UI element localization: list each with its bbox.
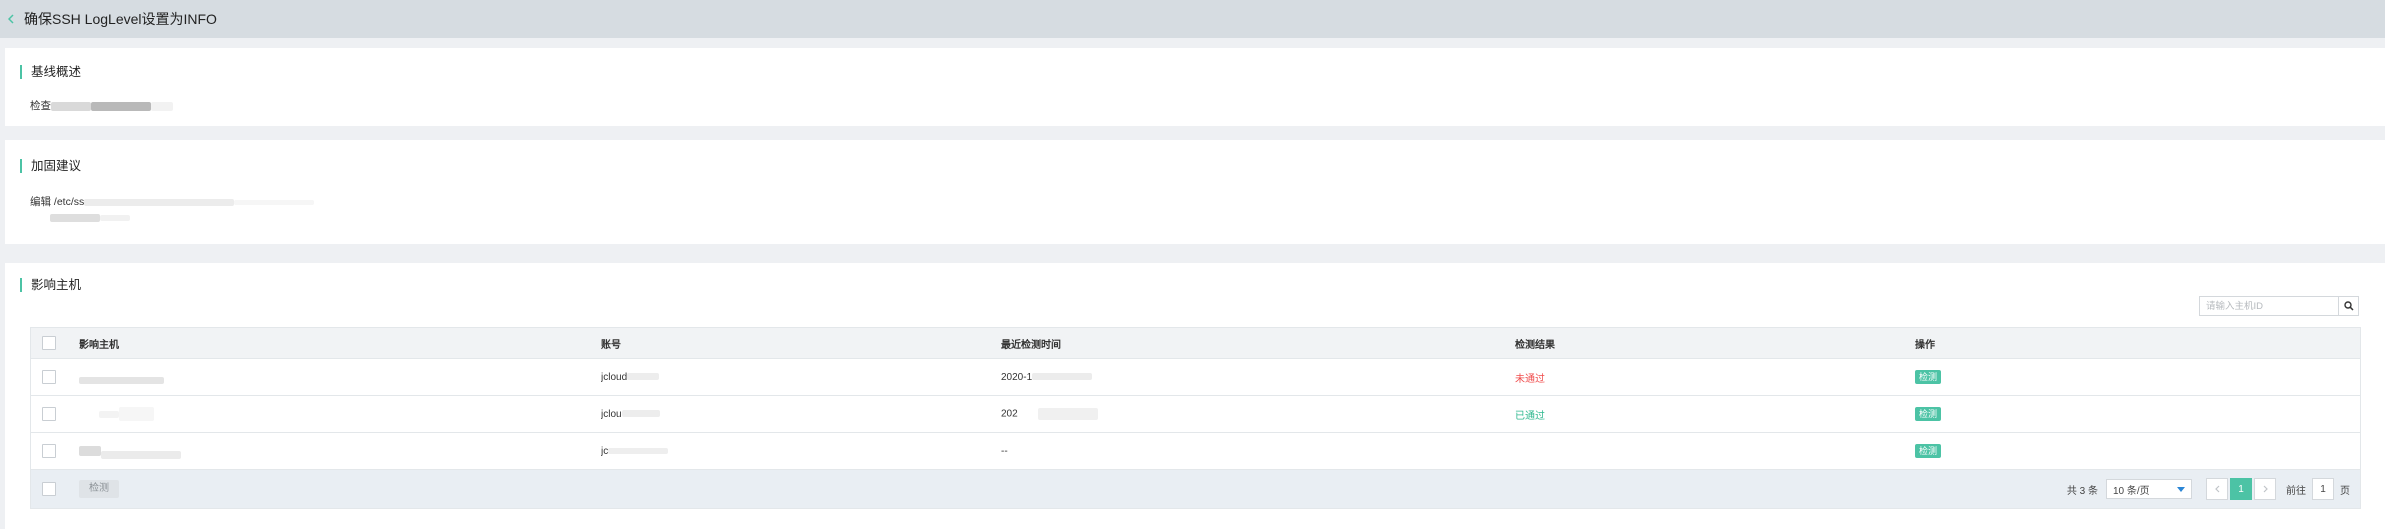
advice-text-start: 编辑 /etc/ss bbox=[30, 196, 85, 208]
hosts-card: 影响主机 影响主机 账号 最近检测时间 检测结果 操作 jcloud 2020-… bbox=[5, 263, 2385, 529]
table-row: jcloud 2020-1 未通过 检测 bbox=[31, 359, 2360, 396]
redacted-block bbox=[79, 376, 164, 384]
next-page-button[interactable] bbox=[2254, 478, 2276, 500]
detect-button[interactable]: 检测 bbox=[1915, 370, 1942, 384]
host-cell[interactable] bbox=[79, 371, 164, 384]
time-cell: -- bbox=[1001, 445, 1008, 457]
search-icon bbox=[2343, 301, 2354, 311]
page-title: 确保SSH LogLevel设置为INFO bbox=[24, 11, 217, 27]
footer-select-all-checkbox[interactable] bbox=[42, 482, 56, 496]
redacted-block bbox=[100, 215, 130, 222]
redacted-block bbox=[608, 447, 669, 454]
redacted-block bbox=[119, 407, 154, 421]
top-bar: 确保SSH LogLevel设置为INFO bbox=[0, 0, 2385, 38]
goto-label: 前往 bbox=[2286, 485, 2306, 497]
overview-text: 检查 bbox=[30, 98, 173, 113]
overview-title: 基线概述 bbox=[20, 65, 81, 79]
redacted-block bbox=[621, 410, 660, 418]
select-all-checkbox[interactable] bbox=[42, 336, 56, 350]
prev-page-button[interactable] bbox=[2206, 478, 2228, 500]
account-cell: jc bbox=[601, 445, 669, 457]
overview-text-start: 检查 bbox=[30, 100, 51, 112]
redacted-block bbox=[101, 451, 181, 459]
advice-text-line2 bbox=[50, 212, 130, 224]
account-text: jc bbox=[601, 445, 609, 457]
table-header: 影响主机 账号 最近检测时间 检测结果 操作 bbox=[31, 328, 2360, 359]
advice-text: 编辑 /etc/ss bbox=[30, 194, 315, 209]
detect-button[interactable]: 检测 bbox=[1915, 407, 1942, 421]
redacted-block bbox=[79, 446, 101, 456]
total-count: 共 3 条 bbox=[2066, 485, 2098, 497]
advice-card: 加固建议 编辑 /etc/ss bbox=[5, 140, 2385, 244]
redacted-block bbox=[151, 101, 173, 111]
page-suffix: 页 bbox=[2340, 485, 2350, 497]
row-checkbox[interactable] bbox=[42, 444, 56, 458]
table-row: jclou 202 已通过 检测 bbox=[31, 396, 2360, 433]
page-size-select[interactable]: 10 条/页 bbox=[2106, 479, 2192, 499]
action-cell: 检测 bbox=[1915, 370, 1942, 384]
back-icon[interactable] bbox=[8, 14, 18, 24]
pagination: 共 3 条 10 条/页 1 前往 1 页 bbox=[2066, 478, 2350, 500]
redacted-block bbox=[99, 410, 119, 418]
row-checkbox[interactable] bbox=[42, 407, 56, 421]
page-size-value: 10 条/页 bbox=[2113, 485, 2150, 497]
time-cell: 202 bbox=[1001, 408, 1098, 420]
time-text: 2020-1 bbox=[1001, 371, 1033, 383]
column-time: 最近检测时间 bbox=[1001, 339, 1061, 351]
overview-card: 基线概述 检查 bbox=[5, 48, 2385, 126]
detect-button[interactable]: 检测 bbox=[1915, 444, 1942, 458]
host-search bbox=[2199, 296, 2359, 316]
redacted-block bbox=[1032, 373, 1093, 381]
column-account: 账号 bbox=[601, 339, 621, 351]
host-search-input[interactable] bbox=[2200, 297, 2338, 315]
account-text: jcloud bbox=[601, 371, 628, 383]
hosts-table: 影响主机 账号 最近检测时间 检测结果 操作 jcloud 2020-1 未通过… bbox=[30, 327, 2361, 509]
account-cell: jcloud bbox=[601, 371, 660, 383]
hosts-title: 影响主机 bbox=[20, 278, 81, 292]
chevron-right-icon bbox=[2263, 485, 2268, 493]
redacted-block bbox=[1037, 408, 1098, 420]
column-host: 影响主机 bbox=[79, 339, 119, 351]
batch-detect-button[interactable]: 检测 bbox=[79, 480, 119, 498]
action-cell: 检测 bbox=[1915, 444, 1942, 458]
column-action: 操作 bbox=[1915, 339, 1935, 351]
redacted-block bbox=[84, 198, 235, 206]
redacted-block bbox=[91, 101, 151, 111]
advice-title: 加固建议 bbox=[20, 159, 81, 173]
host-cell[interactable] bbox=[79, 407, 154, 421]
column-result: 检测结果 bbox=[1515, 339, 1555, 351]
redacted-block bbox=[627, 373, 660, 381]
result-cell: 未通过 bbox=[1515, 373, 1545, 385]
table-row: jc -- 检测 bbox=[31, 433, 2360, 470]
page-number-current[interactable]: 1 bbox=[2230, 478, 2252, 500]
search-button[interactable] bbox=[2338, 297, 2358, 315]
table-footer: 检测 共 3 条 10 条/页 1 前往 1 页 bbox=[31, 470, 2360, 508]
redacted-block bbox=[50, 214, 100, 223]
account-text: jclou bbox=[601, 408, 622, 420]
action-cell: 检测 bbox=[1915, 407, 1942, 421]
redacted-block bbox=[234, 199, 315, 205]
goto-page-input[interactable]: 1 bbox=[2312, 478, 2334, 500]
result-cell: 已通过 bbox=[1515, 410, 1545, 422]
row-checkbox[interactable] bbox=[42, 370, 56, 384]
chevron-left-icon bbox=[2214, 485, 2219, 493]
time-text: 202 bbox=[1001, 408, 1018, 420]
host-cell[interactable] bbox=[79, 443, 181, 459]
caret-down-icon bbox=[2177, 486, 2185, 492]
redacted-block bbox=[51, 101, 91, 111]
time-cell: 2020-1 bbox=[1001, 371, 1093, 383]
account-cell: jclou bbox=[601, 409, 660, 420]
